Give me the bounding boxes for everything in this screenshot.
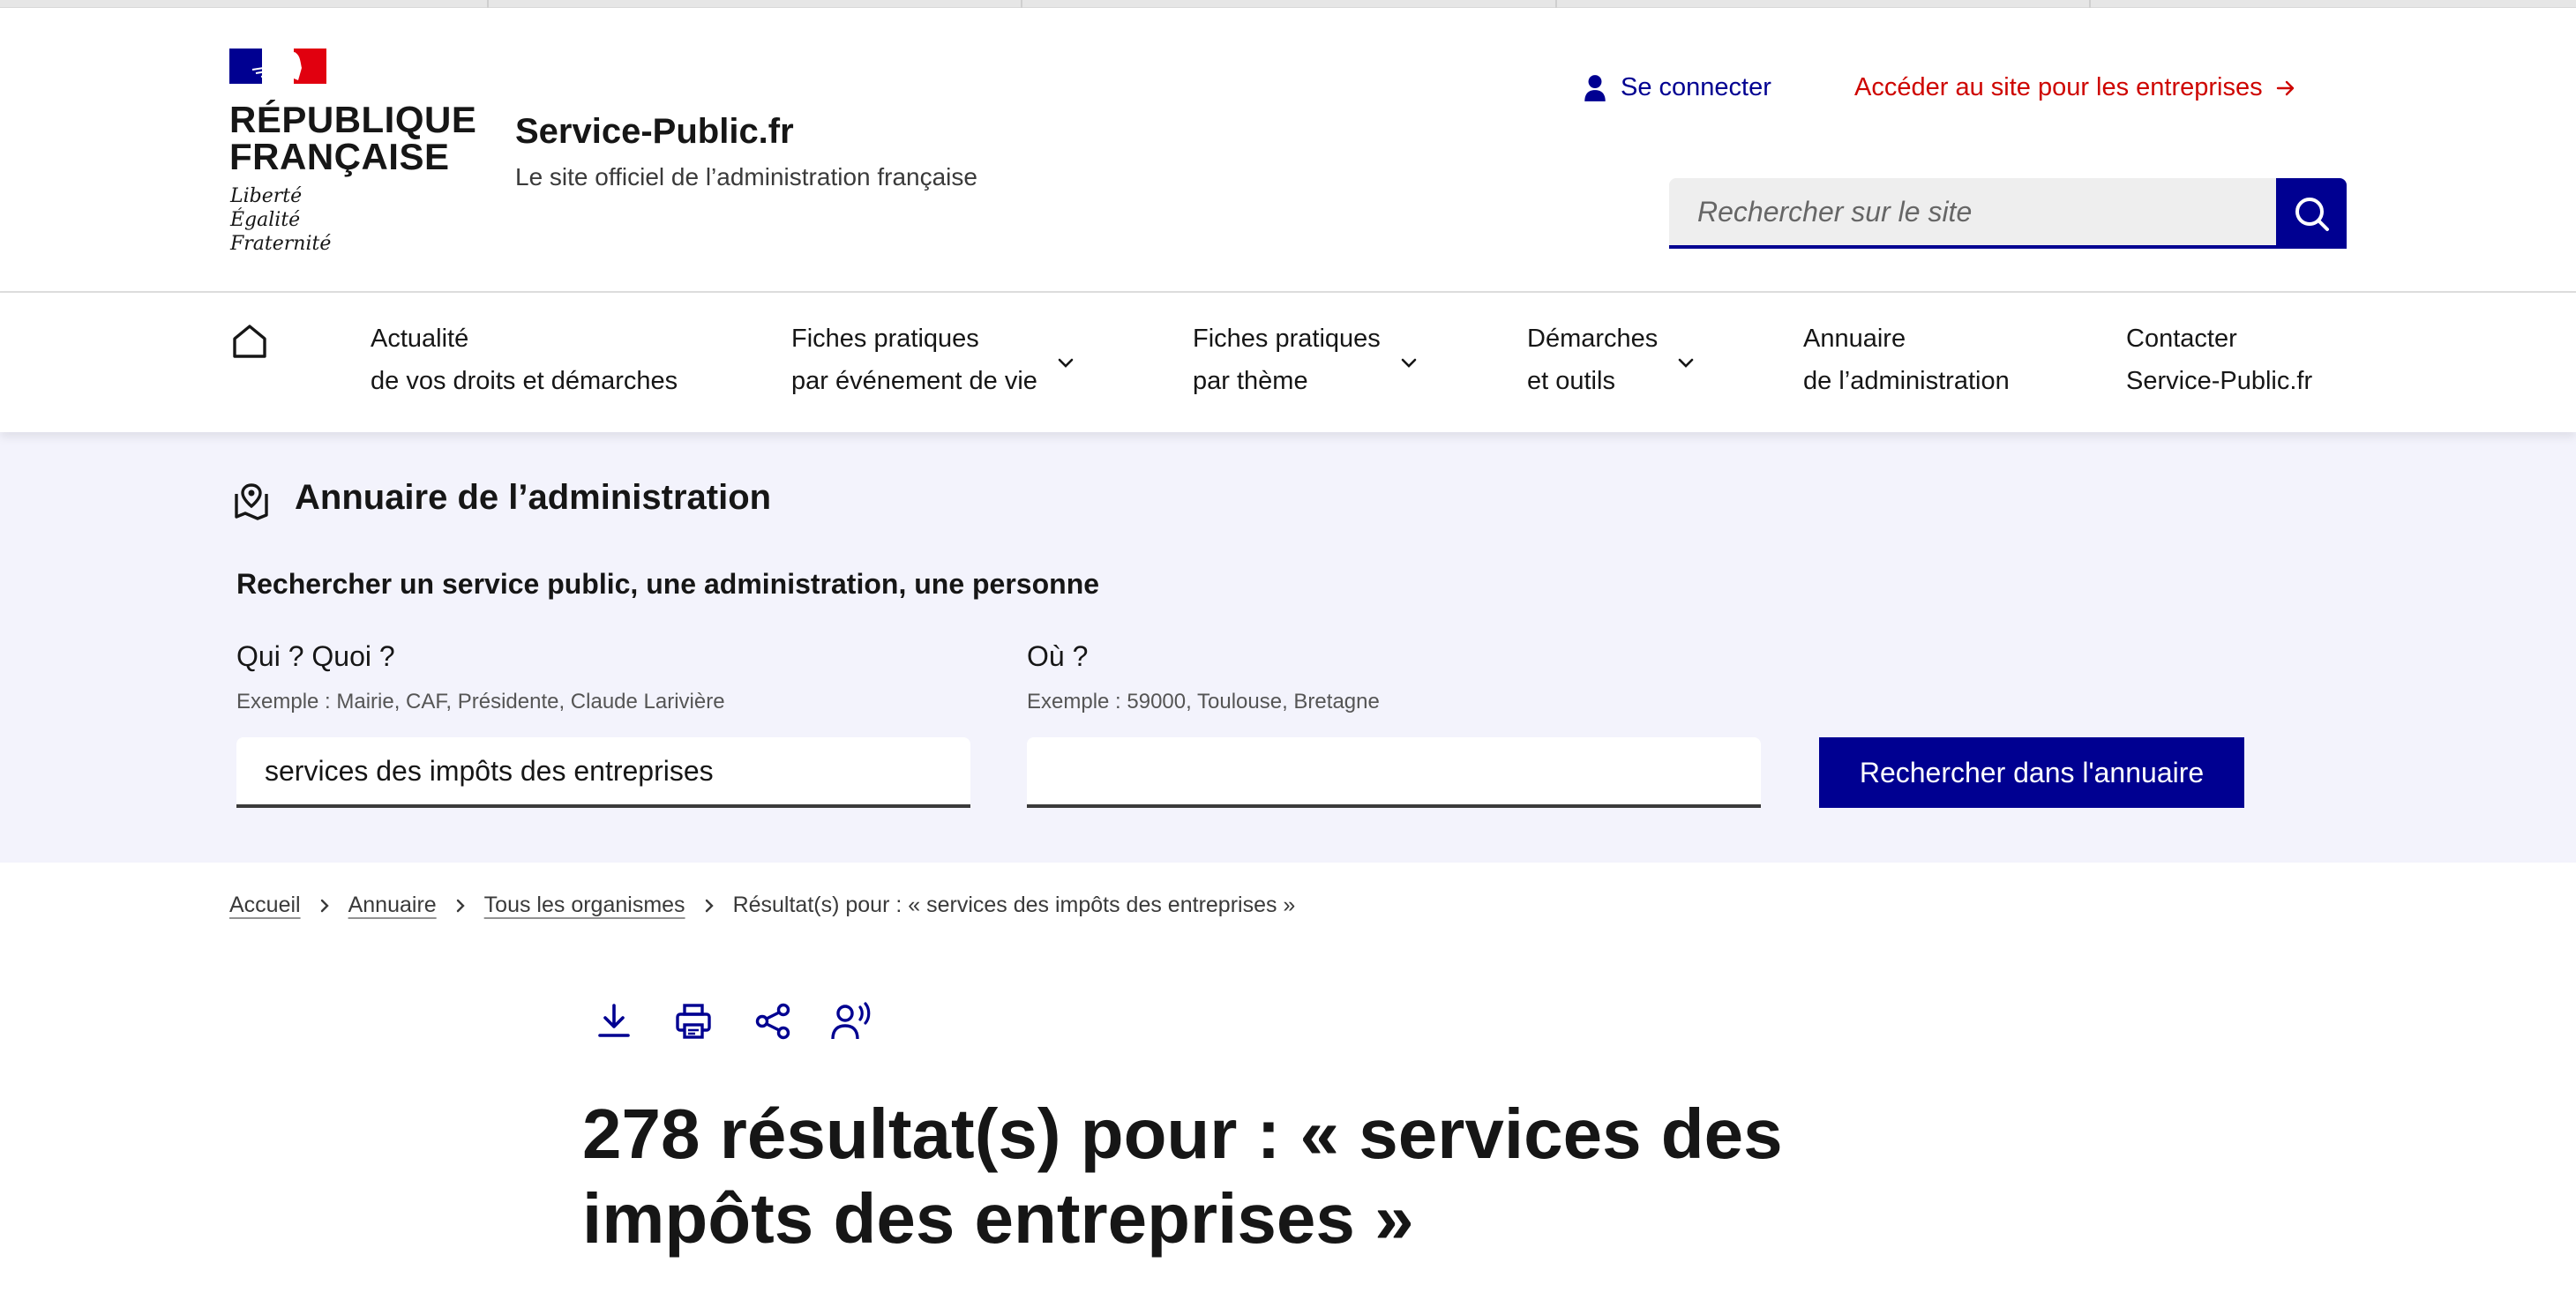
chevron-down-icon: [1058, 358, 1074, 368]
republic-flag-logo[interactable]: [229, 49, 327, 84]
republic-wordmark: RÉPUBLIQUE FRANÇAISE: [229, 101, 485, 176]
results-heading: 278 résultat(s) pour : « services des im…: [582, 1092, 1888, 1261]
business-site-link[interactable]: Accéder au site pour les entreprises: [1854, 73, 2296, 102]
chevron-right-icon: [318, 898, 331, 914]
site-search-button[interactable]: [2276, 178, 2347, 249]
where-field[interactable]: [1027, 737, 1761, 808]
login-label: Se connecter: [1621, 73, 1771, 101]
site-name-link[interactable]: Service-Public.fr: [515, 112, 794, 152]
home-icon[interactable]: [231, 323, 268, 360]
user-icon: [1584, 74, 1606, 101]
breadcrumb-annuaire[interactable]: Annuaire: [348, 893, 437, 918]
tab-separator: [487, 0, 489, 8]
marianne-icon: [251, 52, 302, 80]
map-pin-icon: [235, 483, 268, 520]
republic-motto: Liberté Égalité Fraternité: [230, 184, 371, 256]
site-search: [1669, 178, 2347, 249]
download-icon: [598, 1004, 630, 1037]
print-button[interactable]: [672, 1000, 715, 1042]
share-icon: [755, 1003, 790, 1040]
republic-line-2: FRANÇAISE: [229, 136, 450, 177]
site-search-input[interactable]: [1697, 195, 2248, 228]
motto-liberte: Liberté: [230, 185, 303, 207]
arrow-right-icon: [2276, 80, 2294, 95]
where-input[interactable]: [1055, 754, 1733, 788]
nav-item-demarches[interactable]: Démarches et outils: [1527, 318, 1695, 402]
nav-item-line1: Fiches pratiques: [791, 325, 979, 353]
what-hint: Exemple : Mairie, CAF, Présidente, Claud…: [236, 690, 725, 714]
nav-item-line1: Contacter: [2126, 325, 2237, 353]
nav-item-actualite[interactable]: Actualité de vos droits et démarches: [371, 318, 678, 402]
where-hint: Exemple : 59000, Toulouse, Bretagne: [1027, 690, 1380, 714]
download-button[interactable]: [593, 1000, 635, 1042]
where-label: Où ?: [1027, 640, 1089, 672]
search-icon: [2295, 198, 2329, 231]
nav-item-line1: Démarches: [1527, 325, 1659, 353]
site-header: RÉPUBLIQUE FRANÇAISE Liberté Égalité Fra…: [0, 8, 2576, 293]
chevron-right-icon: [454, 898, 467, 914]
site-search-field[interactable]: [1669, 178, 2276, 249]
site-tagline: Le site officiel de l’administration fra…: [515, 163, 977, 191]
speaker-person-icon: [831, 1002, 871, 1040]
main-navigation: Actualité de vos droits et démarches Fic…: [0, 293, 2576, 432]
nav-item-line2: par thème: [1193, 367, 1308, 395]
nav-item-contacter[interactable]: Contacter Service-Public.fr: [2126, 318, 2312, 402]
login-link[interactable]: Se connecter: [1584, 73, 1771, 102]
listen-button[interactable]: [831, 1000, 873, 1042]
nav-item-line2: de l’administration: [1803, 367, 2010, 395]
nav-item-line1: Fiches pratiques: [1193, 325, 1381, 353]
nav-item-line2: de vos droits et démarches: [371, 367, 678, 395]
printer-icon: [676, 1004, 711, 1039]
republic-line-1: RÉPUBLIQUE: [229, 99, 477, 140]
results-middle: pour :: [1060, 1095, 1300, 1173]
annuaire-subtitle: Rechercher un service public, une admini…: [236, 568, 1100, 600]
breadcrumb: Accueil Annuaire Tous les organismes Rés…: [229, 893, 1295, 918]
nav-item-annuaire[interactable]: Annuaire de l’administration: [1803, 318, 2010, 402]
chevron-right-icon: [703, 898, 715, 914]
page-tools: [593, 1000, 873, 1042]
nav-item-fiches-evenement[interactable]: Fiches pratiques par événement de vie: [791, 318, 1075, 402]
business-site-label: Accéder au site pour les entreprises: [1854, 73, 2263, 101]
what-input[interactable]: [265, 754, 942, 788]
motto-fraternite: Fraternité: [230, 233, 332, 255]
nav-item-line2: et outils: [1527, 367, 1615, 395]
nav-item-line2: Service-Public.fr: [2126, 367, 2313, 395]
breadcrumb-organismes[interactable]: Tous les organismes: [484, 893, 685, 918]
what-label: Qui ? Quoi ?: [236, 640, 395, 672]
tab-separator: [1555, 0, 1557, 8]
breadcrumb-accueil[interactable]: Accueil: [229, 893, 301, 918]
nav-item-line2: par événement de vie: [791, 367, 1037, 395]
chevron-down-icon: [1401, 358, 1417, 368]
browser-tab-strip: [0, 0, 2576, 8]
tab-separator: [2089, 0, 2091, 8]
nav-item-line1: Annuaire: [1803, 325, 1906, 353]
results-count: 278 résultat(s): [582, 1095, 1061, 1173]
annuaire-search-button[interactable]: Rechercher dans l'annuaire: [1819, 737, 2244, 808]
nav-item-line1: Actualité: [371, 325, 469, 353]
breadcrumb-current: Résultat(s) pour : « services des impôts…: [732, 893, 1296, 917]
share-button[interactable]: [752, 1000, 794, 1042]
chevron-down-icon: [1678, 358, 1694, 368]
nav-item-fiches-theme[interactable]: Fiches pratiques par thème: [1193, 318, 1418, 402]
tab-separator: [1021, 0, 1022, 8]
what-field[interactable]: [236, 737, 970, 808]
motto-egalite: Égalité: [230, 209, 301, 231]
annuaire-search-section: Annuaire de l’administration Rechercher …: [0, 432, 2576, 863]
annuaire-title: Annuaire de l’administration: [295, 478, 772, 517]
